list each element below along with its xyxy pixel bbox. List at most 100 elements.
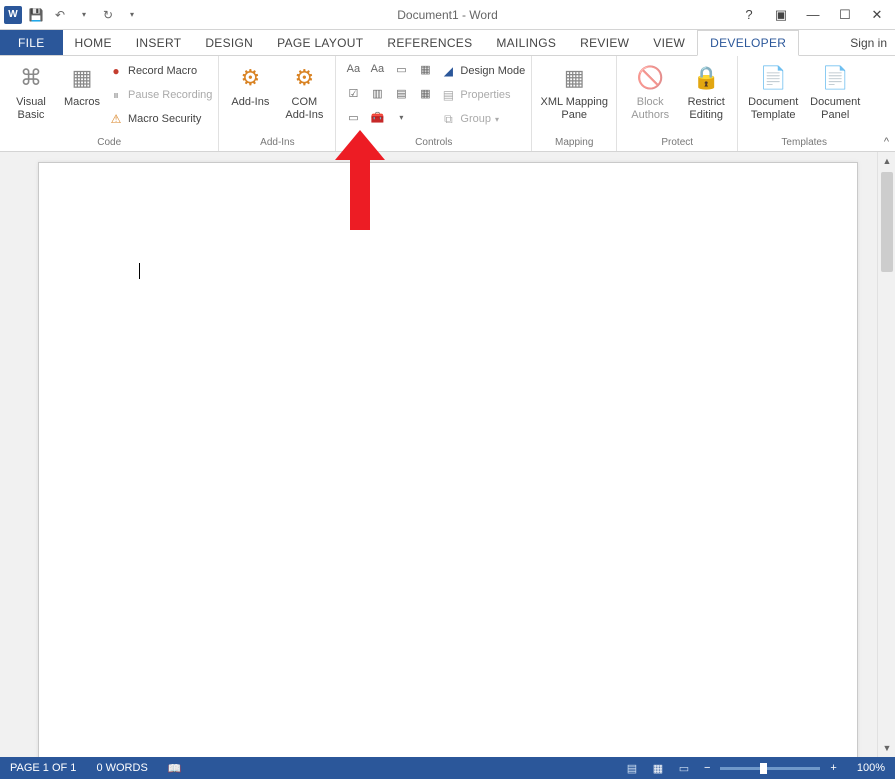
scroll-down-icon[interactable]: ▼ bbox=[878, 739, 895, 757]
properties-label: Properties bbox=[460, 89, 510, 101]
group-code-label: Code bbox=[6, 135, 212, 151]
web-layout-icon[interactable]: ▭ bbox=[674, 760, 694, 776]
tab-references[interactable]: REFERENCES bbox=[375, 30, 484, 55]
quick-access-toolbar: W 💾 ↶ ▾ ↻ ▾ bbox=[0, 5, 142, 25]
group-code: ⌘ Visual Basic ▦ Macros ● Record Macro ⏸… bbox=[0, 56, 219, 151]
macro-security-button[interactable]: ⚠ Macro Security bbox=[108, 108, 212, 130]
restrict-editing-button[interactable]: 🔒 Restrict Editing bbox=[681, 58, 731, 121]
tab-insert[interactable]: INSERT bbox=[124, 30, 194, 55]
combobox-control-button[interactable]: ▥ bbox=[366, 82, 388, 104]
redo-icon[interactable]: ↻ bbox=[98, 5, 118, 25]
zoom-out-button[interactable]: − bbox=[700, 762, 714, 774]
group-mapping-label: Mapping bbox=[538, 135, 610, 151]
read-mode-icon[interactable]: ▤ bbox=[622, 760, 642, 776]
tab-file[interactable]: FILE bbox=[0, 30, 63, 55]
macros-button[interactable]: ▦ Macros bbox=[60, 58, 104, 109]
status-bar: PAGE 1 OF 1 0 WORDS 📖 ▤ ▦ ▭ − + 100% bbox=[0, 757, 895, 779]
text-cursor bbox=[139, 263, 140, 279]
document-template-button[interactable]: 📄 Document Template bbox=[744, 58, 802, 121]
scroll-thumb[interactable] bbox=[881, 172, 893, 272]
properties-icon: ▤ bbox=[440, 87, 456, 103]
plain-text-control-button[interactable]: Aa bbox=[366, 58, 388, 80]
ribbon-tabs: FILE HOME INSERT DESIGN PAGE LAYOUT REFE… bbox=[0, 30, 895, 56]
document-template-label: Document Template bbox=[748, 96, 798, 121]
zoom-level[interactable]: 100% bbox=[847, 762, 885, 774]
document-panel-button[interactable]: 📄 Document Panel bbox=[806, 58, 864, 121]
macros-label: Macros bbox=[64, 96, 100, 109]
spell-check-icon[interactable]: 📖 bbox=[158, 762, 192, 775]
document-area: ▲ ▼ bbox=[0, 152, 895, 757]
add-ins-button[interactable]: ⚙ Add-Ins bbox=[225, 58, 275, 109]
repeating-section-control-button[interactable]: ▭ bbox=[342, 106, 364, 128]
minimize-icon[interactable]: — bbox=[801, 3, 825, 27]
tab-review[interactable]: REVIEW bbox=[568, 30, 641, 55]
add-ins-icon: ⚙ bbox=[234, 62, 266, 94]
collapse-ribbon-icon[interactable]: ^ bbox=[884, 136, 889, 148]
com-add-ins-button[interactable]: ⚙ COM Add-Ins bbox=[279, 58, 329, 121]
group-controls: Aa Aa ▭ ▦ ☑ ▥ ▤ ▦ ▭ 🧰 ▾ ◢ Design Mode ▤ bbox=[336, 56, 532, 151]
group-templates-label: Templates bbox=[744, 135, 864, 151]
document-panel-icon: 📄 bbox=[819, 62, 851, 94]
record-macro-label: Record Macro bbox=[128, 65, 197, 77]
tab-mailings[interactable]: MAILINGS bbox=[484, 30, 568, 55]
vertical-scrollbar[interactable]: ▲ ▼ bbox=[877, 152, 895, 757]
group-controls-label: Controls bbox=[342, 135, 525, 151]
sign-in-link[interactable]: Sign in bbox=[850, 36, 887, 50]
document-template-icon: 📄 bbox=[757, 62, 789, 94]
add-ins-label: Add-Ins bbox=[231, 96, 269, 109]
building-block-control-button[interactable]: ▦ bbox=[414, 58, 436, 80]
undo-icon[interactable]: ↶ bbox=[50, 5, 70, 25]
dropdown-control-button[interactable]: ▤ bbox=[390, 82, 412, 104]
title-bar: W 💾 ↶ ▾ ↻ ▾ Document1 - Word ? ▣ — ☐ ✕ bbox=[0, 0, 895, 30]
zoom-slider[interactable] bbox=[720, 767, 820, 770]
rich-text-control-button[interactable]: Aa bbox=[342, 58, 364, 80]
maximize-icon[interactable]: ☐ bbox=[833, 3, 857, 27]
group-protect-label: Protect bbox=[623, 135, 731, 151]
document-page[interactable] bbox=[38, 162, 858, 757]
zoom-slider-thumb[interactable] bbox=[760, 763, 767, 774]
undo-dropdown-icon[interactable]: ▾ bbox=[74, 5, 94, 25]
group-addins: ⚙ Add-Ins ⚙ COM Add-Ins Add-Ins bbox=[219, 56, 336, 151]
save-icon[interactable]: 💾 bbox=[26, 5, 46, 25]
word-count-status[interactable]: 0 WORDS bbox=[86, 762, 157, 774]
record-macro-button[interactable]: ● Record Macro bbox=[108, 60, 212, 82]
visual-basic-button[interactable]: ⌘ Visual Basic bbox=[6, 58, 56, 121]
design-mode-icon: ◢ bbox=[440, 63, 456, 79]
legacy-tools-button[interactable]: 🧰 bbox=[366, 106, 388, 128]
tab-developer[interactable]: DEVELOPER bbox=[697, 30, 799, 56]
zoom-in-button[interactable]: + bbox=[826, 762, 840, 774]
group-protect: 🚫 Block Authors 🔒 Restrict Editing Prote… bbox=[617, 56, 738, 151]
design-mode-button[interactable]: ◢ Design Mode bbox=[440, 60, 525, 82]
date-picker-control-button[interactable]: ▦ bbox=[414, 82, 436, 104]
window-controls: ? ▣ — ☐ ✕ bbox=[737, 3, 895, 27]
group-addins-label: Add-Ins bbox=[225, 135, 329, 151]
window-title: Document1 - Word bbox=[397, 8, 497, 22]
block-authors-icon: 🚫 bbox=[634, 62, 666, 94]
qat-customize-icon[interactable]: ▾ bbox=[122, 5, 142, 25]
macro-security-icon: ⚠ bbox=[108, 111, 124, 127]
xml-mapping-pane-button[interactable]: ▦ XML Mapping Pane bbox=[538, 58, 610, 121]
tab-view[interactable]: VIEW bbox=[641, 30, 697, 55]
com-add-ins-label: COM Add-Ins bbox=[285, 96, 323, 121]
xml-mapping-icon: ▦ bbox=[558, 62, 590, 94]
restrict-editing-icon: 🔒 bbox=[690, 62, 722, 94]
print-layout-icon[interactable]: ▦ bbox=[648, 760, 668, 776]
block-authors-label: Block Authors bbox=[631, 96, 669, 121]
tab-page-layout[interactable]: PAGE LAYOUT bbox=[265, 30, 375, 55]
scroll-up-icon[interactable]: ▲ bbox=[878, 152, 895, 170]
com-add-ins-icon: ⚙ bbox=[288, 62, 320, 94]
picture-control-button[interactable]: ▭ bbox=[390, 58, 412, 80]
legacy-tools-dropdown-icon[interactable]: ▾ bbox=[390, 106, 412, 128]
help-icon[interactable]: ? bbox=[737, 3, 761, 27]
close-icon[interactable]: ✕ bbox=[865, 3, 889, 27]
group-templates: 📄 Document Template 📄 Document Panel Tem… bbox=[738, 56, 870, 151]
ribbon-display-options-icon[interactable]: ▣ bbox=[769, 3, 793, 27]
block-authors-button[interactable]: 🚫 Block Authors bbox=[623, 58, 677, 121]
controls-grid: Aa Aa ▭ ▦ ☑ ▥ ▤ ▦ ▭ 🧰 ▾ bbox=[342, 58, 436, 128]
page-number-status[interactable]: PAGE 1 OF 1 bbox=[0, 762, 86, 774]
restrict-editing-label: Restrict Editing bbox=[688, 96, 725, 121]
pause-recording-label: Pause Recording bbox=[128, 89, 212, 101]
tab-design[interactable]: DESIGN bbox=[193, 30, 265, 55]
checkbox-control-button[interactable]: ☑ bbox=[342, 82, 364, 104]
tab-home[interactable]: HOME bbox=[63, 30, 124, 55]
